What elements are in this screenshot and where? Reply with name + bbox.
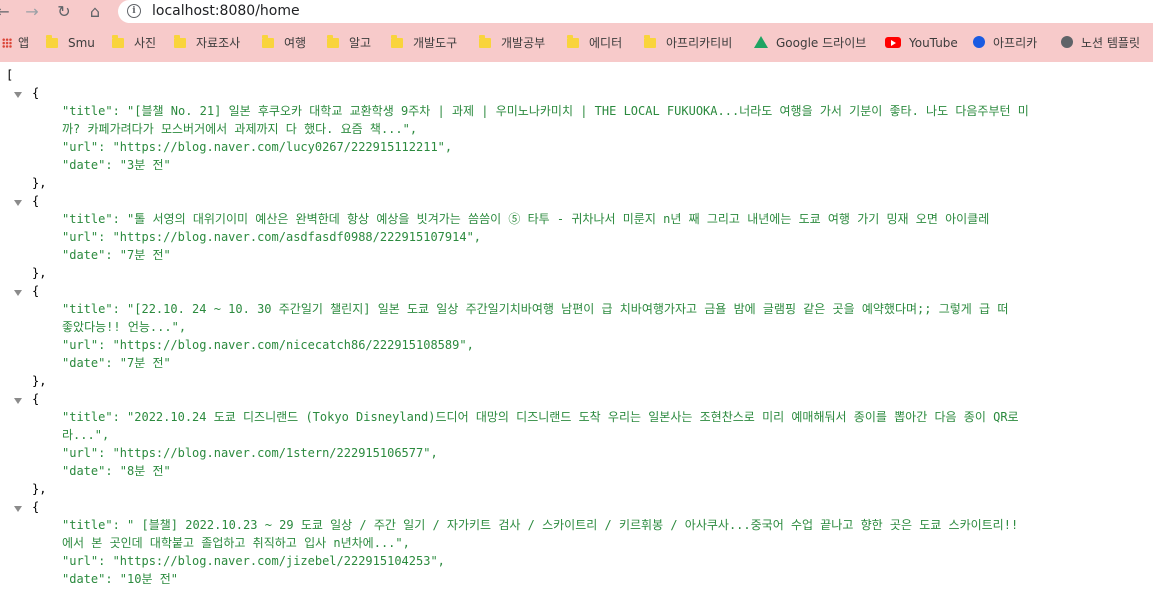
bookmark-google-drive[interactable]: Google 드라이브 [754,34,866,52]
collapse-toggle-icon[interactable] [14,398,22,404]
json-open-brace: { [32,392,40,406]
json-open-brace: { [32,194,40,208]
json-title: "title": "2022.10.24 도쿄 디즈니랜드 (Tokyo Dis… [62,410,1019,424]
json-date: "date": "3분 전" [62,158,171,172]
json-date: "date": "10분 전" [62,572,179,586]
google-drive-icon [754,36,768,48]
bookmark-algo[interactable]: 알고 [327,34,371,52]
bookmark-afreeca[interactable]: 아프리카 [973,34,1037,52]
bookmark-smu[interactable]: Smu [46,34,95,52]
json-title: "title": " [블챌] 2022.10.23 ~ 29 도쿄 일상 / … [62,518,1019,532]
info-icon[interactable]: i [127,4,141,18]
folder-icon [46,35,58,48]
home-icon[interactable]: ⌂ [84,2,106,22]
json-viewer: [ { "title": "[블챌 No. 21] 일본 후쿠오카 대학교 교환… [0,62,1153,590]
json-date: "date": "8분 전" [62,464,171,478]
bookmark-devtools[interactable]: 개발도구 [391,34,457,52]
bookmarks-bar: 앱 Smu 사진 자료조사 여행 알고 개발도구 개발공부 에디터 아프리카티비… [0,30,1153,56]
globe-icon [1061,36,1073,48]
collapse-toggle-icon[interactable] [14,92,22,98]
back-icon[interactable]: ← [0,2,14,22]
collapse-toggle-icon[interactable] [14,290,22,296]
address-bar[interactable]: i localhost:8080/home [118,0,1153,23]
json-title: "title": "[블챌 No. 21] 일본 후쿠오카 대학교 교환학생 9… [62,104,1029,118]
folder-icon [262,35,274,48]
json-url: "url": "https://blog.naver.com/asdfasdf0… [62,230,482,244]
bookmark-afreecatv[interactable]: 아프리카티비 [644,34,732,52]
folder-icon [327,35,339,48]
json-close-brace: }, [32,176,47,190]
url-text[interactable]: localhost:8080/home [152,3,300,19]
bookmark-photos[interactable]: 사진 [112,34,156,52]
bookmark-apps[interactable]: 앱 [2,34,29,52]
browser-chrome: ← → ↻ ⌂ i localhost:8080/home 앱 Smu 사진 자… [0,0,1153,62]
folder-icon [112,35,124,48]
json-open-brace: { [32,500,40,514]
json-title-continued: 라...", [62,428,110,442]
apps-icon [2,38,12,48]
afreeca-icon [973,36,985,48]
bookmark-editor[interactable]: 에디터 [567,34,622,52]
bookmark-devstudy[interactable]: 개발공부 [479,34,545,52]
collapse-toggle-icon[interactable] [14,506,22,512]
collapse-toggle-icon[interactable] [14,200,22,206]
json-open-brace: { [32,86,40,100]
json-open-brace: { [32,284,40,298]
navigation-bar: ← → ↻ ⌂ i localhost:8080/home [0,0,1153,24]
folder-icon [644,35,656,48]
json-close-brace: }, [32,374,47,388]
folder-icon [391,35,403,48]
folder-icon [567,35,579,48]
json-title-continued: 에서 본 곳인데 대학붙고 졸업하고 취직하고 입사 n년차에...", [62,536,410,550]
json-url: "url": "https://blog.naver.com/nicecatch… [62,338,474,352]
reload-icon[interactable]: ↻ [53,2,75,22]
youtube-icon [885,37,901,48]
json-title-continued: 좋았다능!! 언능...", [62,320,187,334]
json-open-bracket: [ [6,68,14,82]
json-title: "title": "[22.10. 24 ~ 10. 30 주간일기 챌린지] … [62,302,1009,316]
folder-icon [479,35,491,48]
bookmark-travel[interactable]: 여행 [262,34,306,52]
json-title-continued: 까? 카페가려다가 모스버거에서 과제까지 다 했다. 요즘 책...", [62,122,418,136]
json-date: "date": "7분 전" [62,356,171,370]
json-url: "url": "https://blog.naver.com/1stern/22… [62,446,438,460]
bookmark-youtube[interactable]: YouTube [885,34,958,52]
json-url: "url": "https://blog.naver.com/lucy0267/… [62,140,453,154]
json-close-brace: }, [32,266,47,280]
folder-icon [174,35,186,48]
json-date: "date": "7분 전" [62,248,171,262]
json-close-brace: }, [32,482,47,496]
forward-icon[interactable]: → [21,2,43,22]
bookmark-research[interactable]: 자료조사 [174,34,240,52]
bookmark-notion-template[interactable]: 노션 템플릿 [1061,34,1140,52]
json-url: "url": "https://blog.naver.com/jizebel/2… [62,554,445,568]
json-title: "title": "톨 서영의 대위기이미 예산은 완벽한데 항상 예상을 빗겨… [62,212,990,226]
